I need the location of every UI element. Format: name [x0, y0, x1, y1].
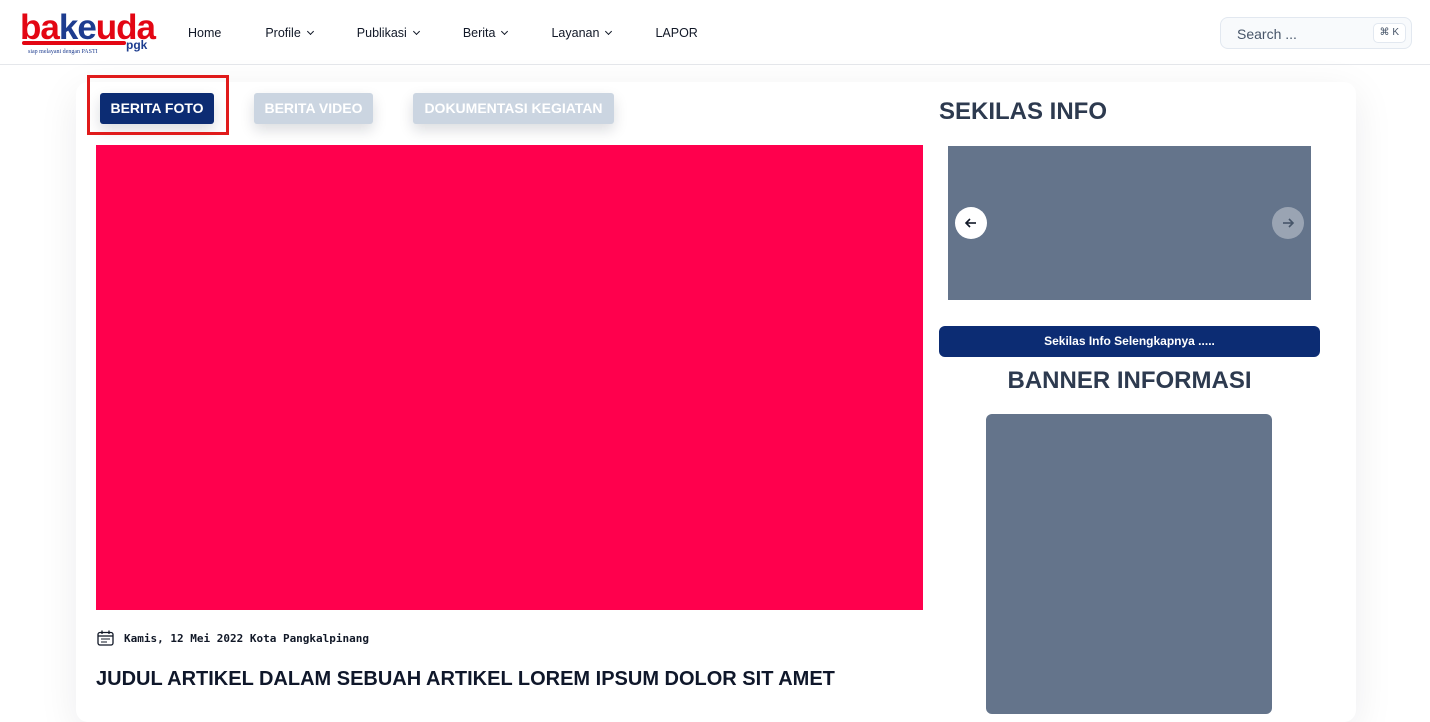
sekilas-info-heading: SEKILAS INFO — [939, 98, 1108, 125]
search-input[interactable]: Search ... ⌘ K — [1220, 17, 1412, 49]
nav-layanan[interactable]: Layanan — [551, 26, 613, 40]
nav-lapor[interactable]: LAPOR — [655, 26, 697, 40]
search-shortcut-badge: ⌘ K — [1372, 23, 1406, 43]
nav-home[interactable]: Home — [188, 26, 221, 40]
chevron-down-icon — [306, 27, 314, 36]
tab-dokumentasi-kegiatan[interactable]: DOKUMENTASI KEGIATAN — [413, 93, 614, 124]
bakeuda-logo[interactable]: bakeuda pgk siap melayani dengan PASTI — [18, 8, 156, 60]
active-tab-highlight — [87, 75, 229, 135]
logo-tagline: siap melayani dengan PASTI — [28, 49, 98, 55]
sekilas-info-slider[interactable] — [948, 146, 1311, 300]
article-hero-image[interactable] — [96, 145, 923, 610]
article-date-location: Kamis, 12 Mei 2022 Kota Pangkalpinang — [124, 631, 370, 645]
chevron-down-icon — [501, 27, 509, 36]
tab-berita-video[interactable]: BERITA VIDEO — [254, 93, 373, 124]
nav-berita[interactable]: Berita — [463, 26, 509, 40]
logo-suffix: pgk — [126, 38, 148, 52]
nav-profile[interactable]: Profile — [265, 26, 314, 40]
article-title[interactable]: JUDUL ARTIKEL DALAM SEBUAH ARTIKEL LOREM… — [96, 668, 835, 691]
chevron-down-icon — [412, 27, 420, 36]
slider-next-button[interactable] — [1272, 207, 1304, 239]
sekilas-info-more-button[interactable]: Sekilas Info Selengkapnya ..... — [939, 326, 1320, 357]
chevron-down-icon — [605, 27, 613, 36]
banner-informasi-heading: BANNER INFORMASI — [1007, 367, 1252, 394]
slider-prev-button[interactable] — [955, 207, 987, 239]
arrow-left-icon — [964, 218, 976, 228]
article-meta: Kamis, 12 Mei 2022 Kota Pangkalpinang — [97, 630, 369, 646]
nav-publikasi[interactable]: Publikasi — [357, 26, 420, 40]
main-nav: Home Profile Publikasi Berita Layanan LA… — [188, 24, 742, 42]
search-placeholder: Search ... — [1237, 26, 1297, 42]
logo-underline — [22, 41, 126, 45]
site-header: bakeuda pgk siap melayani dengan PASTI H… — [0, 0, 1430, 65]
banner-image[interactable] — [986, 414, 1272, 714]
calendar-icon — [97, 630, 114, 646]
arrow-right-icon — [1283, 218, 1295, 228]
